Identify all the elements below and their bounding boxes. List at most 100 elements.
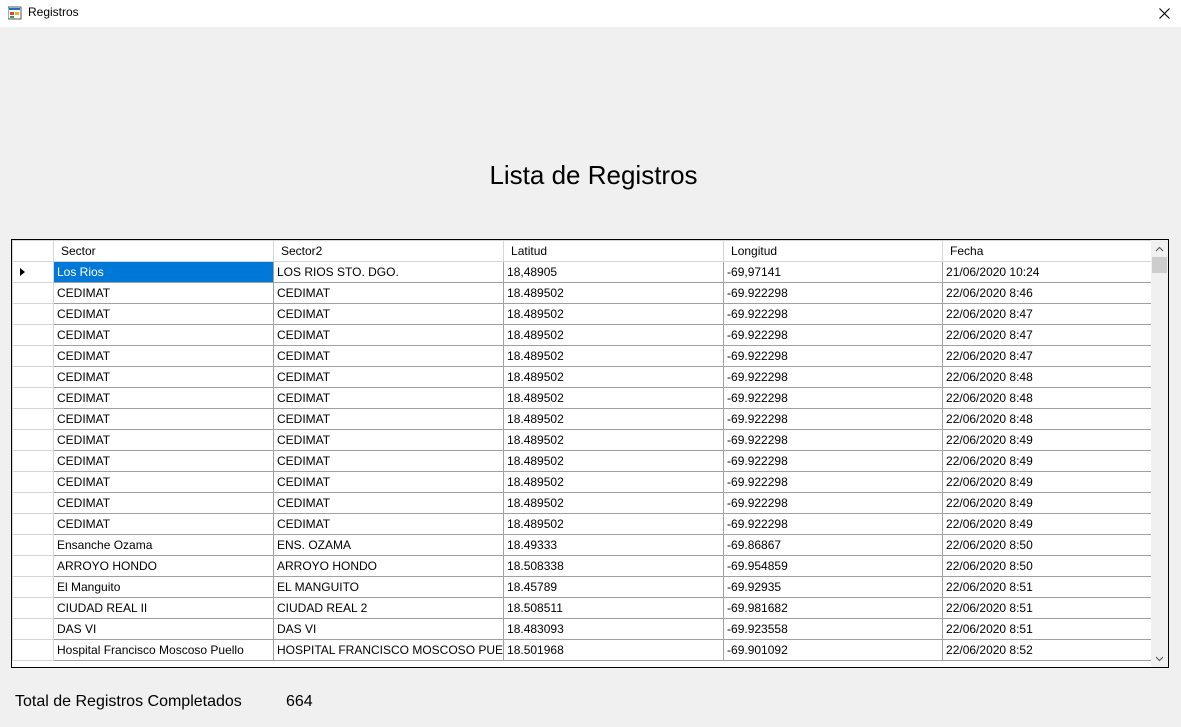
cell-fecha[interactable]: 22/06/2020 8:50 [942, 555, 1163, 577]
cell-sector[interactable]: CIUDAD REAL II [53, 597, 274, 619]
cell-sector2[interactable]: EL MANGUITO [272, 576, 505, 598]
cell-longitud[interactable]: -69.954859 [723, 555, 944, 577]
cell-fecha[interactable]: 22/06/2020 8:49 [942, 513, 1163, 535]
cell-latitud[interactable]: 18.501968 [503, 639, 725, 661]
row-header[interactable] [12, 282, 54, 304]
row-header[interactable] [12, 261, 54, 283]
cell-longitud[interactable]: -69.922298 [723, 492, 944, 514]
table-row[interactable]: CEDIMAT CEDIMAT 18.489502 -69.922298 22/06/2… [12, 471, 1163, 493]
cell-longitud[interactable]: -69.922298 [723, 429, 944, 451]
close-button[interactable] [1147, 0, 1181, 27]
cell-fecha[interactable]: 22/06/2020 8:51 [942, 618, 1163, 640]
cell-latitud[interactable]: 18.489502 [503, 429, 725, 451]
row-header[interactable] [12, 513, 54, 535]
cell-longitud[interactable]: -69.922298 [723, 513, 944, 535]
cell-longitud[interactable]: -69.922298 [723, 303, 944, 325]
cell-longitud[interactable]: -69.922298 [723, 282, 944, 304]
cell-latitud[interactable]: 18.489502 [503, 324, 725, 346]
cell-latitud[interactable]: 18.489502 [503, 450, 725, 472]
table-row[interactable]: Hospital Francisco Moscoso Puello HOSPITA… [12, 639, 1163, 661]
cell-fecha[interactable]: 22/06/2020 8:51 [942, 597, 1163, 619]
cell-fecha[interactable]: 22/06/2020 8:49 [942, 429, 1163, 451]
cell-sector[interactable]: CEDIMAT [53, 450, 274, 472]
cell-longitud[interactable]: -69.923558 [723, 618, 944, 640]
row-header[interactable] [12, 576, 54, 598]
cell-sector2[interactable]: HOSPITAL FRANCISCO MOSCOSO PUE [272, 639, 505, 661]
cell-sector2[interactable]: ENS. OZAMA [272, 534, 505, 556]
row-header[interactable] [12, 387, 54, 409]
cell-fecha[interactable]: 22/06/2020 8:47 [942, 324, 1163, 346]
cell-fecha[interactable]: 22/06/2020 8:47 [942, 303, 1163, 325]
cell-sector[interactable]: CEDIMAT [53, 408, 274, 430]
row-header[interactable] [12, 408, 54, 430]
row-header[interactable] [12, 534, 54, 556]
column-header-longitud[interactable]: Longitud [723, 240, 944, 262]
cell-latitud[interactable]: 18.489502 [503, 303, 725, 325]
cell-sector2[interactable]: DAS VI [272, 618, 505, 640]
table-row[interactable]: Los Rios LOS RIOS STO. DGO. 18,48905 -69,97… [12, 261, 1163, 283]
cell-sector[interactable]: DAS VI [53, 618, 274, 640]
table-row[interactable]: CEDIMAT CEDIMAT 18.489502 -69.922298 22/06/2… [12, 429, 1163, 451]
cell-fecha[interactable]: 22/06/2020 8:48 [942, 408, 1163, 430]
cell-sector[interactable]: CEDIMAT [53, 387, 274, 409]
table-row[interactable]: El Manguito EL MANGUITO 18.45789 -69.92935 2… [12, 576, 1163, 598]
cell-sector[interactable]: CEDIMAT [53, 345, 274, 367]
cell-fecha[interactable]: 22/06/2020 8:48 [942, 387, 1163, 409]
table-row[interactable]: CIUDAD REAL II CIUDAD REAL 2 18.508511 -69.… [12, 597, 1163, 619]
table-row[interactable]: CEDIMAT CEDIMAT 18.489502 -69.922298 22/06/2… [12, 345, 1163, 367]
cell-sector2[interactable]: CEDIMAT [272, 387, 505, 409]
table-row[interactable]: CEDIMAT CEDIMAT 18.489502 -69.922298 22/06/2… [12, 513, 1163, 535]
cell-fecha[interactable]: 22/06/2020 8:47 [942, 345, 1163, 367]
cell-latitud[interactable]: 18.45789 [503, 576, 725, 598]
vertical-scrollbar[interactable] [1151, 240, 1168, 667]
cell-longitud[interactable]: -69.922298 [723, 450, 944, 472]
cell-longitud[interactable]: -69.922298 [723, 471, 944, 493]
cell-sector[interactable]: Hospital Francisco Moscoso Puello [53, 639, 274, 661]
cell-sector[interactable]: CEDIMAT [53, 471, 274, 493]
cell-latitud[interactable]: 18,48905 [503, 261, 725, 283]
cell-sector[interactable]: CEDIMAT [53, 282, 274, 304]
table-row[interactable]: CEDIMAT CEDIMAT 18.489502 -69.922298 22/06/2… [12, 408, 1163, 430]
cell-sector[interactable]: CEDIMAT [53, 429, 274, 451]
cell-sector[interactable]: ARROYO HONDO [53, 555, 274, 577]
table-row[interactable]: CEDIMAT CEDIMAT 18.489502 -69.922298 22/06/2… [12, 450, 1163, 472]
table-row[interactable]: CEDIMAT CEDIMAT 18.489502 -69.922298 22/06/2… [12, 282, 1163, 304]
cell-sector2[interactable]: CEDIMAT [272, 450, 505, 472]
table-row[interactable]: CEDIMAT CEDIMAT 18.489502 -69.922298 22/06/2… [12, 366, 1163, 388]
cell-fecha[interactable]: 22/06/2020 8:49 [942, 471, 1163, 493]
cell-sector[interactable]: CEDIMAT [53, 303, 274, 325]
cell-sector2[interactable]: CIUDAD REAL 2 [272, 597, 505, 619]
row-header[interactable] [12, 555, 54, 577]
cell-fecha[interactable]: 21/06/2020 10:24 [942, 261, 1163, 283]
cell-latitud[interactable]: 18.489502 [503, 345, 725, 367]
cell-sector2[interactable]: CEDIMAT [272, 492, 505, 514]
cell-sector[interactable]: CEDIMAT [53, 513, 274, 535]
cell-sector2[interactable]: ARROYO HONDO [272, 555, 505, 577]
cell-longitud[interactable]: -69.922298 [723, 324, 944, 346]
row-header[interactable] [12, 324, 54, 346]
row-header[interactable] [12, 618, 54, 640]
table-row[interactable]: CEDIMAT CEDIMAT 18.489502 -69.922298 22/06/2… [12, 303, 1163, 325]
cell-longitud[interactable]: -69.922298 [723, 387, 944, 409]
cell-fecha[interactable]: 22/06/2020 8:46 [942, 282, 1163, 304]
table-row[interactable]: Ensanche Ozama ENS. OZAMA 18.49333 -69.8686… [12, 534, 1163, 556]
column-header-sector2[interactable]: Sector2 [272, 240, 505, 262]
row-header[interactable] [12, 471, 54, 493]
column-header-sector[interactable]: Sector [53, 240, 274, 262]
row-header[interactable] [12, 429, 54, 451]
scroll-down-button[interactable] [1151, 650, 1168, 667]
scroll-up-button[interactable] [1151, 240, 1168, 257]
cell-sector2[interactable]: CEDIMAT [272, 324, 505, 346]
column-header-fecha[interactable]: Fecha [942, 240, 1163, 262]
cell-longitud[interactable]: -69.981682 [723, 597, 944, 619]
cell-latitud[interactable]: 18.508338 [503, 555, 725, 577]
cell-sector[interactable]: CEDIMAT [53, 492, 274, 514]
table-row[interactable]: ARROYO HONDO ARROYO HONDO 18.508338 -69.954… [12, 555, 1163, 577]
row-header[interactable] [12, 597, 54, 619]
cell-fecha[interactable]: 22/06/2020 8:48 [942, 366, 1163, 388]
cell-sector2[interactable]: CEDIMAT [272, 282, 505, 304]
cell-sector2[interactable]: CEDIMAT [272, 471, 505, 493]
cell-longitud[interactable]: -69.922298 [723, 366, 944, 388]
cell-latitud[interactable]: 18.489502 [503, 282, 725, 304]
cell-fecha[interactable]: 22/06/2020 8:50 [942, 534, 1163, 556]
